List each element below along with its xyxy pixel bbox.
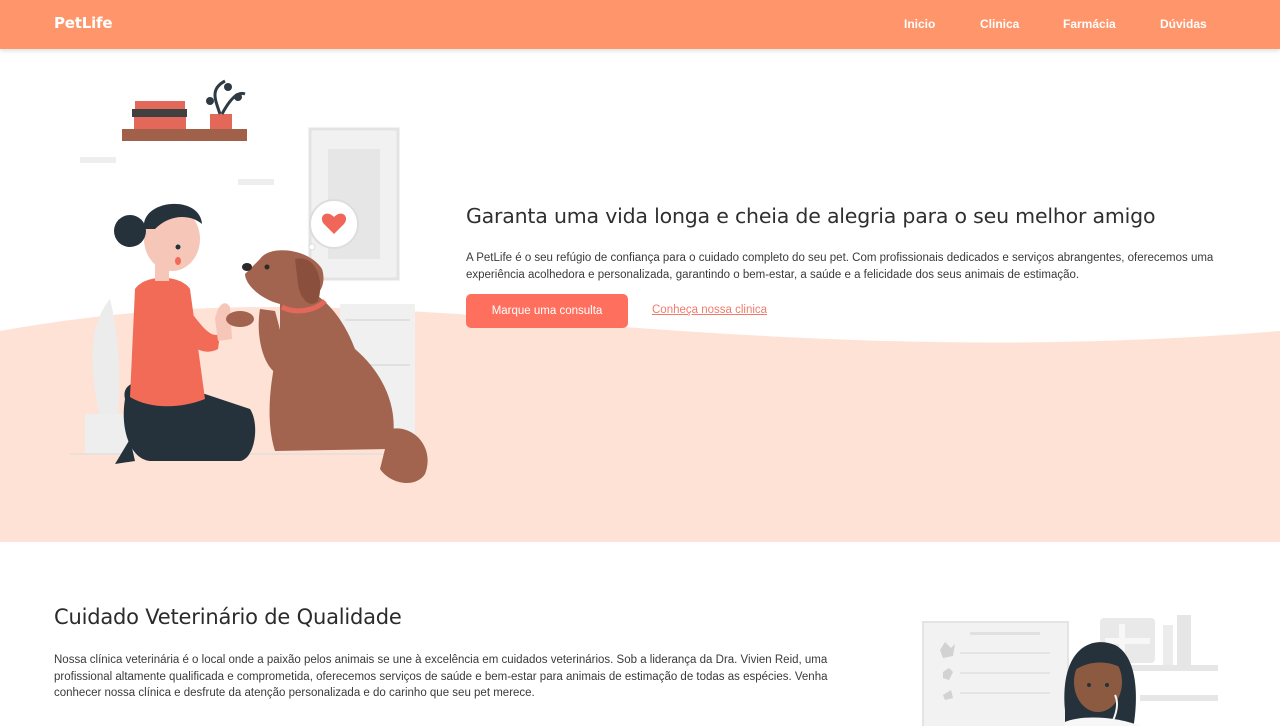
section-description: Nossa clínica veterinária é o local onde… bbox=[54, 654, 828, 699]
nav-link-inicio[interactable]: Inicio bbox=[904, 17, 935, 31]
know-clinic-link[interactable]: Conheça nossa clinica bbox=[652, 304, 767, 316]
woman-and-dog-illustration bbox=[70, 79, 428, 484]
nav-link-clinica[interactable]: Clinica bbox=[980, 17, 1019, 31]
veterinary-care-section: Cuidado Veterinário de Qualidade Nossa c… bbox=[0, 542, 1280, 726]
hero-title: Garanta uma vida longa e cheia de alegri… bbox=[466, 204, 1156, 228]
hero-description: A PetLife é o seu refúgio de confiança p… bbox=[466, 252, 1214, 281]
navbar: PetLife Inicio Clinica Farmácia Dúvidas bbox=[0, 0, 1280, 49]
section-title: Cuidado Veterinário de Qualidade bbox=[54, 605, 402, 629]
nav-link-farmacia[interactable]: Farmácia bbox=[1063, 17, 1116, 31]
book-appointment-button[interactable]: Marque uma consulta bbox=[466, 294, 628, 328]
veterinarian-illustration bbox=[922, 615, 1218, 726]
nav-link-duvidas[interactable]: Dúvidas bbox=[1160, 17, 1207, 31]
hero-section: Garanta uma vida longa e cheia de alegri… bbox=[0, 49, 1280, 542]
brand-logo[interactable]: PetLife bbox=[54, 14, 113, 32]
